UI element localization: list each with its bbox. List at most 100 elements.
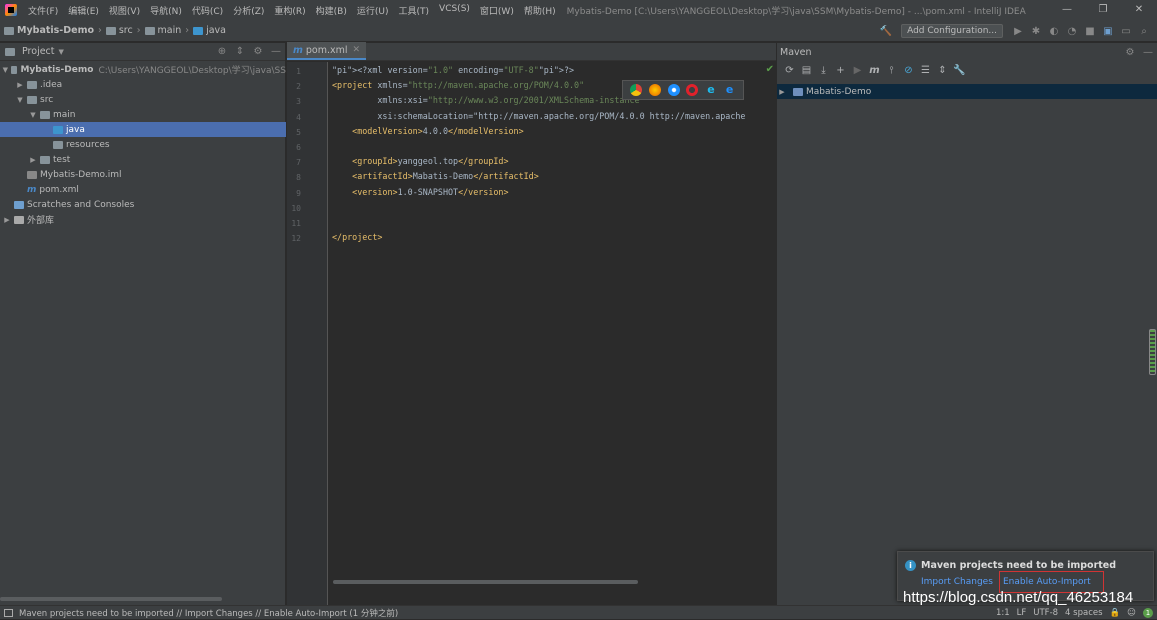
tree-item[interactable]: resources — [0, 137, 286, 152]
skip-tests-icon[interactable]: ⊘ — [900, 62, 917, 78]
hide-icon[interactable]: — — [267, 44, 285, 60]
maven-project-row[interactable]: ▶ Mabatis-Demo — [777, 84, 1157, 99]
add-icon[interactable]: + — [832, 62, 849, 78]
close-icon[interactable]: ✕ — [1121, 0, 1157, 20]
menu-item[interactable]: 窗口(W) — [475, 4, 519, 17]
menu-item[interactable]: VCS(S) — [434, 4, 475, 17]
caret-position[interactable]: 1:1 — [996, 608, 1010, 618]
code-line[interactable]: </project> — [332, 232, 382, 242]
breadcrumb-project[interactable]: Mybatis-Demo — [17, 25, 94, 36]
line-separator[interactable]: LF — [1017, 608, 1027, 618]
collapse-all-icon[interactable]: ⇕ — [231, 44, 249, 60]
stop-icon[interactable]: ■ — [1081, 23, 1099, 39]
code-line[interactable]: xmlns:xsi="http://www.w3.org/2001/XMLSch… — [332, 95, 644, 105]
chevron-right-icon[interactable]: ▶ — [2, 216, 12, 224]
menu-item[interactable]: 代码(C) — [187, 4, 228, 17]
project-panel-title[interactable]: Project — [22, 46, 55, 57]
code-line[interactable]: "pi"><?xml version="1.0" encoding="UTF-8… — [332, 65, 574, 75]
collapse-all-icon[interactable]: ⇕ — [934, 62, 951, 78]
dropdown-arrow-icon[interactable]: ▼ — [59, 48, 64, 56]
execute-goal-icon[interactable]: m — [866, 62, 883, 78]
tree-item[interactable]: java — [0, 122, 286, 137]
layout-icon[interactable]: ▭ — [1117, 23, 1135, 39]
restore-icon[interactable]: ❐ — [1085, 0, 1121, 20]
menu-item[interactable]: 文件(F) — [23, 4, 63, 17]
generate-sources-icon[interactable]: ▤ — [798, 62, 815, 78]
show-dependencies-icon[interactable]: ☰ — [917, 62, 934, 78]
tree-item[interactable]: ▼ src — [0, 92, 286, 107]
tree-item[interactable]: Mybatis-Demo.iml — [0, 167, 286, 182]
debug-icon[interactable]: ✱ — [1027, 23, 1045, 39]
search-icon[interactable]: ⌕ — [1135, 23, 1153, 39]
menu-item[interactable]: 运行(U) — [352, 4, 394, 17]
toggle-offline-icon[interactable]: ⫯ — [883, 62, 900, 78]
tree-item[interactable]: ▶ 外部库 — [0, 212, 286, 227]
breadcrumb-java[interactable]: java — [206, 25, 226, 36]
menu-item[interactable]: 编辑(E) — [63, 4, 104, 17]
file-encoding[interactable]: UTF-8 — [1033, 608, 1058, 618]
edge-icon[interactable]: e — [724, 84, 736, 96]
menu-item[interactable]: 帮助(H) — [519, 4, 561, 17]
opera-icon[interactable] — [686, 84, 699, 96]
gear-icon[interactable]: ⚙ — [1121, 44, 1139, 60]
status-message[interactable]: Maven projects need to be imported // Im… — [19, 607, 398, 619]
download-icon[interactable]: ⤓ — [815, 62, 832, 78]
code-line[interactable]: <groupId>yanggeol.top</groupId> — [332, 156, 508, 166]
right-scrollbar[interactable] — [1149, 329, 1156, 375]
code-line[interactable]: <artifactId>Mabatis-Demo</artifactId> — [332, 171, 539, 181]
chevron-right-icon[interactable]: ▶ — [28, 156, 38, 164]
safari-icon[interactable] — [667, 84, 680, 96]
add-configuration-button[interactable]: Add Configuration... — [901, 24, 1003, 38]
tree-item[interactable]: ▶ .idea — [0, 77, 286, 92]
tree-item[interactable]: ▼ main — [0, 107, 286, 122]
menu-item[interactable]: 视图(V) — [104, 4, 145, 17]
tool-window-toggle-icon[interactable] — [4, 608, 13, 617]
lock-icon[interactable]: 🔒 — [1110, 608, 1121, 618]
profile-icon[interactable]: ◔ — [1063, 23, 1081, 39]
chrome-icon[interactable] — [630, 84, 643, 96]
close-tab-icon[interactable]: ✕ — [353, 45, 361, 55]
wrench-icon[interactable]: 🔧 — [951, 62, 968, 78]
indent-setting[interactable]: 4 spaces — [1065, 608, 1102, 618]
chevron-down-icon[interactable]: ▼ — [28, 111, 38, 119]
code-line[interactable]: <version>1.0-SNAPSHOT</version> — [332, 187, 508, 197]
firefox-icon[interactable] — [648, 84, 661, 96]
inspector-icon[interactable]: ☺ — [1127, 608, 1136, 618]
tree-item[interactable]: ▼ Mybatis-Demo C:\Users\YANGGEOL\Desktop\学… — [0, 62, 286, 77]
horizontal-scrollbar[interactable] — [0, 597, 222, 601]
tree-item[interactable]: ▶ test — [0, 152, 286, 167]
chevron-down-icon[interactable]: ▼ — [2, 66, 9, 74]
project-structure-icon[interactable]: ▣ — [1099, 23, 1117, 39]
gear-icon[interactable]: ⚙ — [249, 44, 267, 60]
tab-pom-xml[interactable]: m pom.xml ✕ — [287, 42, 367, 60]
chevron-right-icon[interactable]: ▶ — [15, 81, 25, 89]
hide-icon[interactable]: — — [1139, 44, 1157, 60]
breadcrumb-main[interactable]: main — [158, 25, 182, 36]
code-line[interactable]: xsi:schemaLocation="http://maven.apache.… — [332, 111, 745, 121]
editor-horizontal-scrollbar[interactable] — [333, 580, 638, 584]
expand-arrow-icon[interactable]: ▶ — [777, 88, 787, 96]
menu-item[interactable]: 分析(Z) — [228, 4, 269, 17]
minimize-icon[interactable]: — — [1049, 0, 1085, 20]
menu-item[interactable]: 工具(T) — [394, 4, 435, 17]
tree-item[interactable]: Scratches and Consoles — [0, 197, 286, 212]
inspection-ok-icon[interactable]: ✔ — [766, 64, 774, 75]
chevron-down-icon[interactable]: ▼ — [15, 96, 25, 104]
menu-item[interactable]: 导航(N) — [145, 4, 187, 17]
ie-icon[interactable]: e — [705, 84, 717, 96]
reimport-icon[interactable]: ⟳ — [781, 62, 798, 78]
menu-item[interactable]: 重构(R) — [269, 4, 310, 17]
event-log-icon[interactable]: 1 — [1143, 608, 1153, 618]
run-icon[interactable]: ▶ — [1009, 23, 1027, 39]
breadcrumb-src[interactable]: src — [119, 25, 133, 36]
code-line[interactable]: <project xmlns="http://maven.apache.org/… — [332, 80, 584, 90]
code-line[interactable]: <modelVersion>4.0.0</modelVersion> — [332, 126, 523, 136]
menu-item[interactable]: 构建(B) — [311, 4, 352, 17]
locate-icon[interactable]: ⊕ — [213, 44, 231, 60]
import-changes-link[interactable]: Import Changes — [921, 577, 993, 587]
build-hammer-icon[interactable]: 🔨 — [877, 23, 895, 39]
run-icon[interactable]: ▶ — [849, 62, 866, 78]
tree-item[interactable]: m pom.xml — [0, 182, 286, 197]
maven-panel-title: Maven — [780, 46, 812, 58]
coverage-icon[interactable]: ◐ — [1045, 23, 1063, 39]
